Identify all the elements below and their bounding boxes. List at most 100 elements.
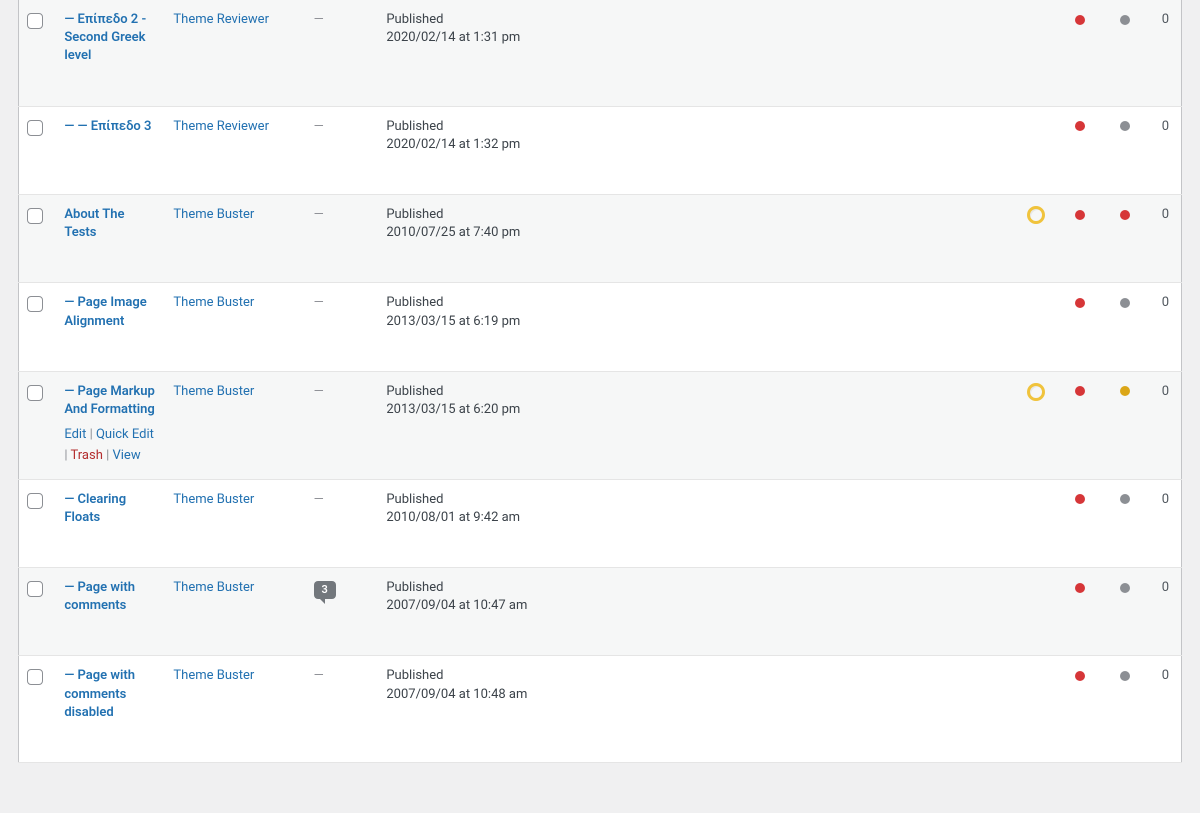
links-count-cell: 0 bbox=[1148, 194, 1181, 282]
readability-dot-cell bbox=[1103, 479, 1149, 567]
comments-cell: — bbox=[304, 0, 377, 106]
row-actions: Edit | Quick Edit | Trash | View bbox=[64, 425, 157, 467]
author-cell: Theme Reviewer bbox=[163, 0, 303, 106]
comments-cell: — bbox=[304, 371, 377, 479]
date-cell: Published2020/02/14 at 1:32 pm bbox=[376, 106, 968, 194]
seo-dot-cell bbox=[1057, 194, 1103, 282]
readability-cell bbox=[969, 0, 1057, 106]
publish-date: 2013/03/15 at 6:20 pm bbox=[386, 401, 958, 419]
page-title-link[interactable]: — — Επίπεδο 3 bbox=[64, 119, 151, 134]
date-cell: Published2020/02/14 at 1:31 pm bbox=[376, 0, 968, 106]
checkbox-cell bbox=[19, 479, 55, 567]
author-cell: Theme Buster bbox=[163, 568, 303, 656]
comments-cell: — bbox=[304, 106, 377, 194]
comment-bubble-icon[interactable]: 3 bbox=[314, 581, 336, 599]
row-select-checkbox[interactable] bbox=[27, 120, 43, 136]
table-row: — Clearing FloatsTheme Buster—Published2… bbox=[19, 479, 1182, 567]
links-count-cell: 0 bbox=[1148, 0, 1181, 106]
publish-status: Published bbox=[386, 579, 958, 597]
links-count-cell: 0 bbox=[1148, 479, 1181, 567]
publish-status: Published bbox=[386, 491, 958, 509]
title-cell: — Page Image Alignment bbox=[54, 283, 163, 371]
links-count-cell: 0 bbox=[1148, 656, 1181, 763]
title-cell: — Επίπεδο 2 - Second Greek level bbox=[54, 0, 163, 106]
comments-cell: — bbox=[304, 194, 377, 282]
row-select-checkbox[interactable] bbox=[27, 13, 43, 29]
row-select-checkbox[interactable] bbox=[27, 208, 43, 224]
status-dot-icon bbox=[1075, 15, 1085, 25]
status-dot-icon bbox=[1075, 298, 1085, 308]
date-cell: Published2010/08/01 at 9:42 am bbox=[376, 479, 968, 567]
publish-date: 2013/03/15 at 6:19 pm bbox=[386, 313, 958, 331]
seo-dot-cell bbox=[1057, 568, 1103, 656]
status-dot-icon bbox=[1120, 121, 1130, 131]
quick-edit-link[interactable]: Quick Edit bbox=[96, 427, 154, 442]
publish-date: 2020/02/14 at 1:32 pm bbox=[386, 136, 958, 154]
status-dot-icon bbox=[1075, 386, 1085, 396]
status-dot-icon bbox=[1120, 298, 1130, 308]
author-cell: Theme Buster bbox=[163, 283, 303, 371]
title-cell: — Page with comments bbox=[54, 568, 163, 656]
author-link[interactable]: Theme Buster bbox=[173, 668, 254, 683]
readability-dot-cell bbox=[1103, 0, 1149, 106]
row-select-checkbox[interactable] bbox=[27, 385, 43, 401]
author-link[interactable]: Theme Buster bbox=[173, 492, 254, 507]
no-comments-dash: — bbox=[314, 384, 324, 399]
checkbox-cell bbox=[19, 568, 55, 656]
links-count-cell: 0 bbox=[1148, 283, 1181, 371]
checkbox-cell bbox=[19, 194, 55, 282]
page-title-link[interactable]: — Page with comments disabled bbox=[64, 668, 135, 719]
title-cell: — Clearing Floats bbox=[54, 479, 163, 567]
publish-status: Published bbox=[386, 118, 958, 136]
author-cell: Theme Buster bbox=[163, 371, 303, 479]
page-title-link[interactable]: — Clearing Floats bbox=[64, 492, 126, 525]
author-cell: Theme Buster bbox=[163, 194, 303, 282]
page-title-link[interactable]: About The Tests bbox=[64, 207, 124, 240]
row-select-checkbox[interactable] bbox=[27, 581, 43, 597]
page-title-link[interactable]: — Page with comments bbox=[64, 580, 135, 613]
author-cell: Theme Reviewer bbox=[163, 106, 303, 194]
date-cell: Published2007/09/04 at 10:48 am bbox=[376, 656, 968, 763]
edit-link[interactable]: Edit bbox=[64, 427, 86, 442]
author-cell: Theme Buster bbox=[163, 656, 303, 763]
publish-status: Published bbox=[386, 206, 958, 224]
status-dot-icon bbox=[1120, 494, 1130, 504]
readability-dot-cell bbox=[1103, 568, 1149, 656]
trash-link[interactable]: Trash bbox=[70, 448, 102, 463]
author-link[interactable]: Theme Reviewer bbox=[173, 119, 269, 134]
readability-cell bbox=[969, 656, 1057, 763]
page-title-link[interactable]: — Page Image Alignment bbox=[64, 295, 146, 328]
title-cell: About The Tests bbox=[54, 194, 163, 282]
readability-dot-cell bbox=[1103, 283, 1149, 371]
readability-dot-cell bbox=[1103, 656, 1149, 763]
page-title-link[interactable]: — Page Markup And Formatting bbox=[64, 384, 155, 417]
comments-cell: — bbox=[304, 656, 377, 763]
row-select-checkbox[interactable] bbox=[27, 493, 43, 509]
publish-date: 2020/02/14 at 1:31 pm bbox=[386, 29, 958, 47]
row-select-checkbox[interactable] bbox=[27, 296, 43, 312]
date-cell: Published2007/09/04 at 10:47 am bbox=[376, 568, 968, 656]
author-link[interactable]: Theme Buster bbox=[173, 207, 254, 222]
no-comments-dash: — bbox=[314, 119, 324, 134]
publish-date: 2007/09/04 at 10:48 am bbox=[386, 686, 958, 704]
author-link[interactable]: Theme Buster bbox=[173, 580, 254, 595]
page-title-link[interactable]: — Επίπεδο 2 - Second Greek level bbox=[64, 12, 146, 63]
author-link[interactable]: Theme Reviewer bbox=[173, 12, 269, 27]
status-dot-icon bbox=[1120, 386, 1130, 396]
seo-dot-cell bbox=[1057, 0, 1103, 106]
readability-dot-cell bbox=[1103, 194, 1149, 282]
status-dot-icon bbox=[1075, 671, 1085, 681]
readability-cell bbox=[969, 479, 1057, 567]
row-select-checkbox[interactable] bbox=[27, 669, 43, 685]
author-link[interactable]: Theme Buster bbox=[173, 384, 254, 399]
seo-dot-cell bbox=[1057, 656, 1103, 763]
links-count-cell: 0 bbox=[1148, 568, 1181, 656]
table-row: — Page Image AlignmentTheme Buster—Publi… bbox=[19, 283, 1182, 371]
view-link[interactable]: View bbox=[112, 448, 140, 463]
publish-status: Published bbox=[386, 667, 958, 685]
readability-cell bbox=[969, 106, 1057, 194]
author-link[interactable]: Theme Buster bbox=[173, 295, 254, 310]
no-comments-dash: — bbox=[314, 295, 324, 310]
publish-status: Published bbox=[386, 11, 958, 29]
status-dot-icon bbox=[1075, 494, 1085, 504]
